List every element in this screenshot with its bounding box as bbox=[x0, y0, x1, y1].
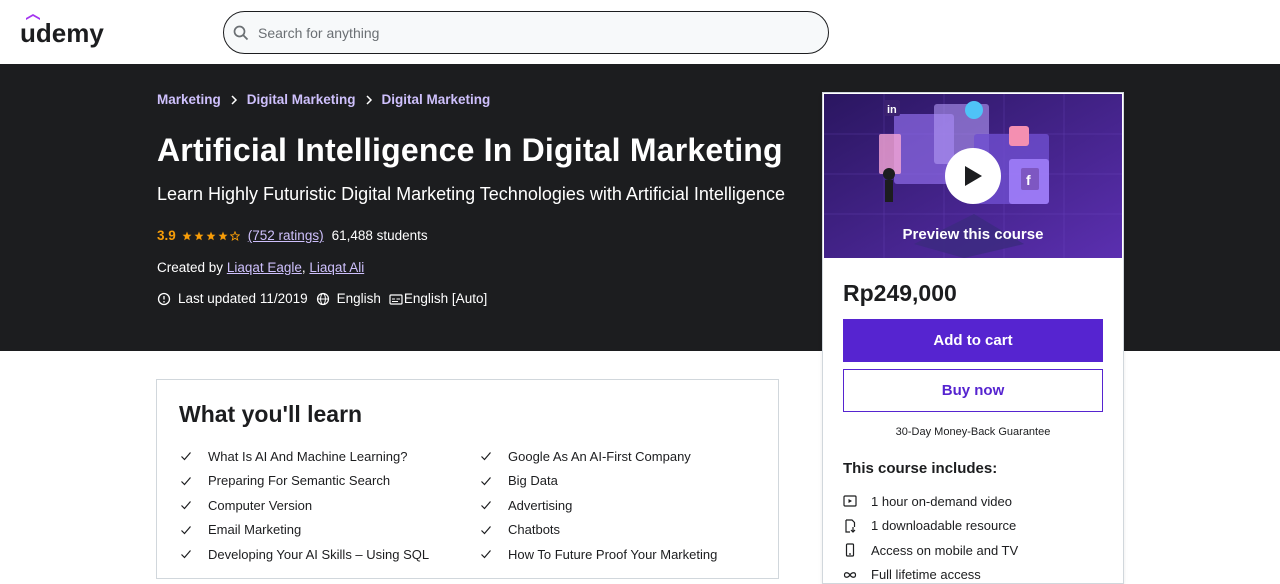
learn-title: What you'll learn bbox=[179, 401, 363, 427]
list-item: 1 hour on-demand video bbox=[843, 489, 1018, 514]
globe-icon bbox=[316, 292, 329, 305]
course-meta: Last updated 11/2019 English English [Au… bbox=[157, 291, 495, 306]
learn-list-left: What Is AI And Machine Learning? Prepari… bbox=[180, 444, 429, 567]
include-label: 1 downloadable resource bbox=[871, 518, 1017, 534]
alert-badge-icon bbox=[157, 292, 171, 305]
ratings-count-link[interactable]: (752 ratings) bbox=[248, 228, 324, 243]
learn-item: Email Marketing bbox=[208, 522, 302, 538]
include-label: 1 hour on-demand video bbox=[871, 493, 1012, 509]
check-icon bbox=[181, 452, 191, 461]
list-item: Advertising bbox=[480, 493, 717, 518]
instructor-link-1[interactable]: Liaqat Eagle bbox=[227, 260, 302, 275]
top-navbar: udemy bbox=[0, 0, 1280, 64]
learn-item: Computer Version bbox=[208, 497, 313, 513]
file-download-icon bbox=[845, 519, 856, 533]
star-rating bbox=[182, 230, 240, 241]
list-item: Computer Version bbox=[180, 493, 429, 518]
list-item: Google As An AI-First Company bbox=[480, 444, 717, 469]
star-full-icon bbox=[218, 231, 228, 240]
check-icon bbox=[481, 501, 491, 510]
language-text: English bbox=[336, 291, 381, 306]
search-input[interactable] bbox=[258, 24, 778, 41]
money-back-guarantee: 30-Day Money-Back Guarantee bbox=[895, 426, 1051, 438]
chevron-right-icon bbox=[366, 94, 372, 105]
list-item: Big Data bbox=[480, 469, 717, 494]
list-item: Full lifetime access bbox=[843, 563, 1018, 584]
video-icon bbox=[843, 495, 857, 507]
check-icon bbox=[181, 550, 191, 559]
list-item: How To Future Proof Your Marketing bbox=[480, 542, 717, 567]
infinity-icon bbox=[843, 571, 857, 578]
list-item: 1 downloadable resource bbox=[843, 514, 1018, 539]
learn-item: Google As An AI-First Company bbox=[508, 448, 691, 464]
list-item: Chatbots bbox=[480, 518, 717, 543]
play-button[interactable] bbox=[945, 148, 1001, 204]
breadcrumb-digital-marketing-sub[interactable]: Digital Marketing bbox=[382, 92, 491, 107]
check-icon bbox=[481, 550, 491, 559]
learn-item: Developing Your AI Skills – Using SQL bbox=[208, 546, 430, 562]
star-full-icon bbox=[206, 231, 216, 240]
rating-row: 3.9 (752 ratings) 61,488 students bbox=[157, 228, 428, 243]
list-item: What Is AI And Machine Learning? bbox=[180, 444, 429, 469]
breadcrumb-digital-marketing[interactable]: Digital Marketing bbox=[247, 92, 356, 107]
svg-text:f: f bbox=[1026, 172, 1031, 188]
star-full-icon bbox=[194, 231, 204, 240]
list-item: Email Marketing bbox=[180, 518, 429, 543]
course-price: Rp249,000 bbox=[843, 280, 957, 306]
instructor-link-2[interactable]: Liaqat Ali bbox=[309, 260, 364, 275]
udemy-logo[interactable]: udemy bbox=[20, 14, 111, 48]
includes-title: This course includes: bbox=[843, 460, 998, 477]
learn-item: Advertising bbox=[508, 497, 573, 513]
breadcrumb: Marketing Digital Marketing Digital Mark… bbox=[157, 92, 490, 107]
created-by: Created by Liaqat Eagle, Liaqat Ali bbox=[157, 260, 364, 275]
search-bar[interactable] bbox=[223, 11, 829, 54]
learn-item: Big Data bbox=[508, 473, 558, 489]
last-updated-text: Last updated 11/2019 bbox=[178, 291, 308, 306]
include-label: Access on mobile and TV bbox=[871, 542, 1019, 558]
learn-item: Chatbots bbox=[508, 522, 561, 538]
check-icon bbox=[481, 452, 491, 461]
check-icon bbox=[181, 501, 191, 510]
play-icon bbox=[965, 166, 982, 186]
preview-label[interactable]: Preview this course bbox=[824, 226, 1122, 243]
captions: English [Auto] bbox=[389, 291, 487, 306]
last-updated: Last updated 11/2019 bbox=[157, 291, 308, 306]
check-icon bbox=[481, 476, 491, 486]
learn-item: How To Future Proof Your Marketing bbox=[508, 546, 718, 562]
what-youll-learn: What you'll learn What Is AI And Machine… bbox=[156, 379, 779, 579]
rating-value: 3.9 bbox=[157, 228, 176, 243]
instructor-separator: , bbox=[301, 260, 306, 275]
students-count: 61,488 students bbox=[331, 228, 428, 243]
includes-list: 1 hour on-demand video 1 downloadable re… bbox=[843, 489, 1018, 584]
star-empty-icon bbox=[229, 230, 240, 241]
course-title: Artificial Intelligence In Digital Marke… bbox=[157, 132, 783, 168]
list-item: Access on mobile and TV bbox=[843, 538, 1018, 563]
list-item: Preparing For Semantic Search bbox=[180, 469, 429, 494]
add-to-cart-button[interactable]: Add to cart bbox=[843, 319, 1103, 362]
captions-text: English [Auto] bbox=[403, 291, 488, 306]
breadcrumb-marketing[interactable]: Marketing bbox=[157, 92, 221, 107]
list-item: Developing Your AI Skills – Using SQL bbox=[180, 542, 429, 567]
logo-text: udemy bbox=[20, 18, 104, 48]
language: English bbox=[316, 291, 381, 306]
buy-now-button[interactable]: Buy now bbox=[843, 369, 1103, 412]
closed-captions-icon bbox=[389, 293, 403, 305]
created-by-label: Created by bbox=[157, 260, 224, 275]
learn-item: What Is AI And Machine Learning? bbox=[208, 448, 408, 464]
mobile-icon bbox=[845, 543, 855, 557]
search-icon[interactable] bbox=[232, 24, 250, 42]
check-icon bbox=[181, 525, 191, 535]
course-subtitle: Learn Highly Futuristic Digital Marketin… bbox=[157, 184, 785, 204]
purchase-card: in f Preview this course Rp249,000 Add t… bbox=[822, 92, 1124, 584]
course-preview[interactable]: in f Preview this course bbox=[824, 94, 1122, 258]
learn-item: Preparing For Semantic Search bbox=[208, 473, 391, 489]
learn-list-right: Google As An AI-First Company Big Data A… bbox=[480, 444, 717, 567]
svg-text:in: in bbox=[887, 104, 897, 116]
chevron-right-icon bbox=[231, 94, 237, 105]
star-full-icon bbox=[182, 231, 192, 240]
include-label: Full lifetime access bbox=[871, 567, 981, 583]
check-icon bbox=[481, 525, 491, 535]
check-icon bbox=[181, 476, 191, 486]
